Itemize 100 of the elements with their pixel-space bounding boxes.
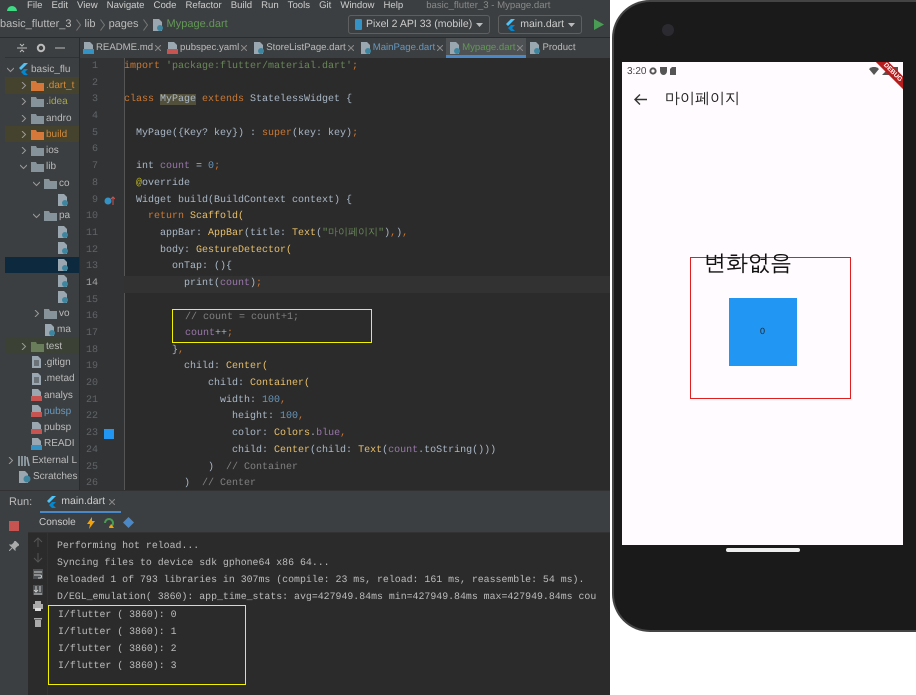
menu-item[interactable]: Refactor (185, 0, 222, 12)
line-number: 14 (86, 276, 98, 291)
collapsed-chevron-icon[interactable] (33, 310, 40, 318)
back-arrow-icon[interactable] (634, 94, 647, 104)
close-icon[interactable] (437, 45, 444, 51)
down-arrow-icon[interactable] (32, 553, 42, 563)
console-line: D/EGL_emulation( 3860): app_time_stats: avg=427949.84ms min=427949.84ms max=427949.84ms cou (57, 590, 598, 604)
up-arrow-icon[interactable] (32, 537, 42, 547)
tree-item[interactable]: basic_flu (5, 61, 79, 78)
tree-item[interactable]: Scratches (5, 468, 79, 485)
console-line: I/flutter ( 3860): 2 (58, 642, 177, 656)
menu-item[interactable]: Git (319, 0, 332, 12)
tree-item[interactable]: .idea (5, 94, 79, 110)
code-line: Widget build(BuildContext context) { (136, 194, 352, 208)
collapsed-chevron-icon[interactable] (20, 342, 27, 350)
breadcrumb-item[interactable]: pages (108, 16, 139, 33)
menu-item[interactable]: Window (340, 0, 374, 12)
restart-icon[interactable] (102, 517, 115, 528)
container-box[interactable]: 0 (728, 298, 796, 366)
tree-item[interactable]: vo (5, 305, 79, 322)
tree-item[interactable]: pubsp (5, 403, 79, 420)
scroll-to-end-icon[interactable] (32, 585, 42, 595)
collapsed-chevron-icon[interactable] (20, 130, 27, 138)
breadcrumb-item[interactable]: basic_flutter_3 (0, 16, 72, 33)
yaml-file-icon (31, 422, 42, 434)
menu-item[interactable]: Code (154, 0, 176, 12)
tree-item[interactable]: co (5, 175, 79, 192)
dart-devtools-icon[interactable] (122, 517, 134, 528)
code-line: ) // Center (184, 476, 256, 492)
pin-icon[interactable] (9, 541, 19, 551)
scratch-file-icon (18, 470, 31, 483)
menu-item[interactable]: File (27, 0, 42, 12)
editor-tab[interactable]: StoreListPage.dart (250, 38, 357, 58)
print-icon[interactable] (32, 601, 42, 611)
menu-item[interactable]: Help (383, 0, 404, 12)
close-icon[interactable] (348, 45, 354, 51)
settings-icon[interactable] (36, 42, 46, 52)
expanded-chevron-icon[interactable] (33, 180, 40, 187)
tree-item[interactable]: READI (5, 436, 79, 452)
run-tab[interactable]: main.dart (40, 491, 122, 513)
code-line: // count = count+1; (185, 310, 300, 326)
editor-tab[interactable]: README.md (80, 38, 164, 58)
color-swatch-icon[interactable] (104, 429, 114, 440)
collapsed-chevron-icon[interactable] (20, 114, 27, 122)
tree-item[interactable]: test (5, 338, 79, 354)
tree-item[interactable]: .dart_t (5, 77, 79, 94)
collapse-all-icon[interactable] (17, 42, 27, 52)
expanded-chevron-icon[interactable] (7, 66, 14, 73)
folder-icon (44, 308, 57, 320)
collapsed-chevron-icon[interactable] (20, 147, 27, 154)
trash-icon[interactable] (32, 617, 42, 627)
editor-tab[interactable]: MainPage.dart (356, 38, 446, 58)
collapsed-chevron-icon[interactable] (7, 456, 14, 464)
tree-item[interactable]: ios (5, 142, 79, 159)
menu-item[interactable]: Run (261, 0, 279, 12)
close-icon[interactable] (109, 499, 116, 505)
flutter-icon (18, 63, 29, 76)
close-icon[interactable] (155, 45, 162, 51)
collapsed-chevron-icon[interactable] (20, 82, 27, 89)
sd-card-icon (670, 67, 676, 75)
soft-wrap-icon[interactable] (32, 569, 42, 579)
run-icon[interactable] (594, 19, 604, 30)
menu-item[interactable]: View (77, 0, 98, 12)
expanded-chevron-icon[interactable] (33, 212, 40, 220)
close-icon[interactable] (241, 45, 248, 51)
device-dropdown[interactable]: Pixel 2 API 33 (mobile) (348, 14, 490, 34)
menu-item[interactable]: Edit (51, 0, 68, 12)
menu-item[interactable]: Tools (288, 0, 310, 12)
menu-item[interactable]: Navigate (106, 0, 145, 12)
code-line: }, (172, 344, 184, 358)
folder-icon (31, 145, 44, 156)
shield-icon (660, 67, 668, 75)
override-marker-icon[interactable] (104, 196, 114, 206)
tree-item[interactable]: pubsp (5, 420, 79, 436)
tree-item[interactable]: lib (5, 158, 79, 176)
tree-item[interactable] (5, 256, 79, 273)
tree-item[interactable]: External L (5, 452, 79, 468)
tree-item[interactable]: .gitign (5, 354, 79, 371)
editor-tab[interactable]: Product (526, 38, 579, 58)
tree-item[interactable]: andro (5, 110, 79, 126)
breadcrumb-item[interactable]: Mypage.dart (166, 16, 228, 33)
lightning-icon[interactable] (86, 516, 95, 528)
file-icon (31, 372, 42, 385)
flutter-icon (46, 496, 58, 508)
console-tab[interactable]: Console (36, 515, 79, 530)
tree-item[interactable]: .metad (5, 370, 79, 387)
code-line: MyPage({Key? key}) : super(key: key); (136, 126, 358, 141)
settings-icon (649, 67, 658, 75)
menu-item[interactable]: Build (230, 0, 252, 12)
breadcrumb-item[interactable]: lib (84, 16, 96, 33)
tree-item[interactable]: pa (5, 208, 79, 224)
tree-item[interactable]: ma (5, 322, 79, 338)
run-config-dropdown[interactable]: main.dart (498, 14, 582, 34)
tree-item[interactable]: build (5, 126, 79, 142)
expanded-chevron-icon[interactable] (20, 163, 27, 170)
editor-tab[interactable]: pubspec.yaml (164, 38, 250, 58)
tree-item[interactable]: analys (5, 386, 79, 404)
close-icon[interactable] (517, 45, 524, 51)
collapsed-chevron-icon[interactable] (20, 98, 27, 106)
dart-file-icon (57, 194, 68, 206)
